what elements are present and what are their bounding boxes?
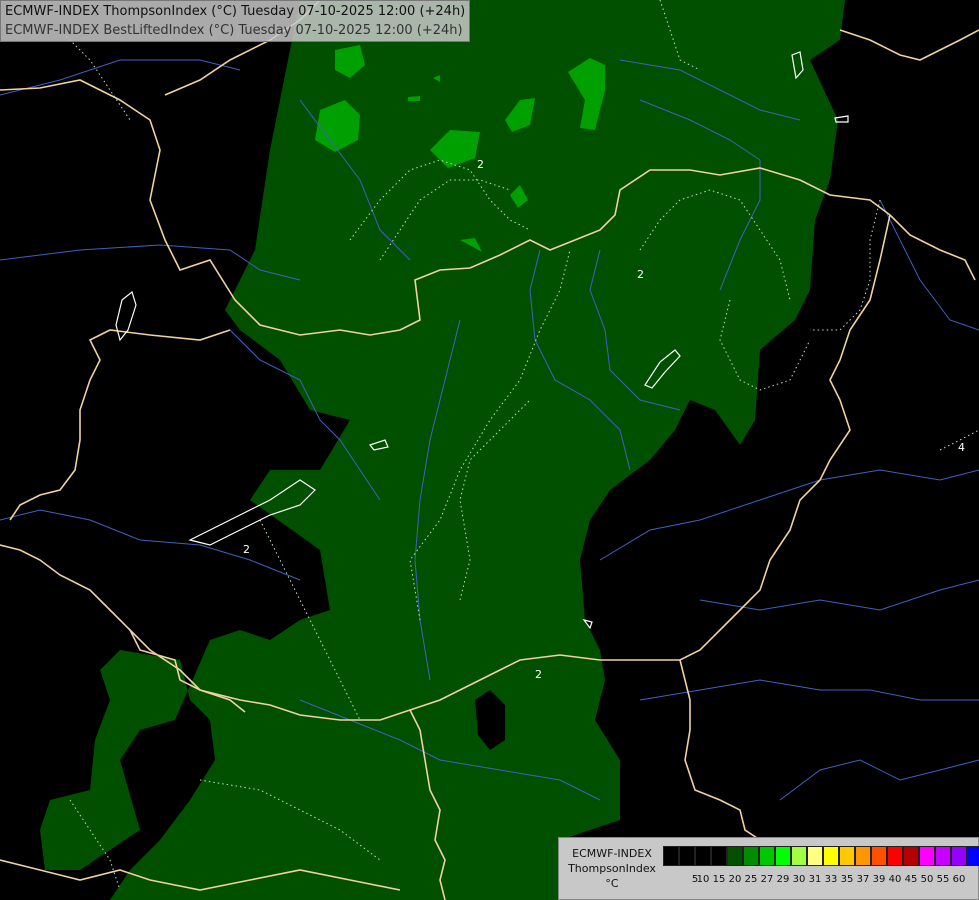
legend-tick-label: 10 — [696, 874, 710, 885]
legend-tick-label: 33 — [824, 874, 838, 885]
legend-tick-label: 30 — [792, 874, 806, 885]
title-thompson-index: ECMWF-INDEX ThompsonIndex (°C) Tuesday 0… — [5, 4, 466, 19]
legend-swatch — [695, 846, 711, 866]
legend-swatch — [839, 846, 855, 866]
weather-map — [0, 0, 979, 900]
legend-tick-label: 29 — [776, 874, 790, 885]
legend-swatch — [679, 846, 695, 866]
legend-swatch — [855, 846, 871, 866]
legend-tick-label: 55 — [936, 874, 950, 885]
legend-swatch — [967, 846, 979, 866]
legend-swatch — [903, 846, 919, 866]
legend-parameter: ThompsonIndex — [568, 862, 656, 875]
legend-tick-label: 45 — [904, 874, 918, 885]
legend-tick-label: 15 — [712, 874, 726, 885]
color-legend: ECMWF-INDEX ThompsonIndex °C 5 10 15 20 25 27… — [558, 837, 979, 900]
legend-tick-label: 39 — [872, 874, 886, 885]
legend-swatch — [951, 846, 967, 866]
map-title-box: ECMWF-INDEX ThompsonIndex (°C) Tuesday 0… — [0, 0, 471, 42]
legend-swatch — [871, 846, 887, 866]
legend-swatch — [919, 846, 935, 866]
legend-tick-label: 25 — [744, 874, 758, 885]
contour-label: 2 — [535, 668, 542, 681]
legend-tick-label: 50 — [920, 874, 934, 885]
legend-swatch — [759, 846, 775, 866]
legend-tick-label: 31 — [808, 874, 822, 885]
legend-swatch — [791, 846, 807, 866]
legend-tick-label: 20 — [728, 874, 742, 885]
legend-swatch — [807, 846, 823, 866]
legend-swatch — [775, 846, 791, 866]
legend-swatches — [663, 846, 979, 866]
contour-label: 2 — [477, 158, 484, 171]
legend-unit: °C — [605, 877, 619, 890]
legend-tick-label: 40 — [888, 874, 902, 885]
legend-swatch — [887, 846, 903, 866]
contour-label: 2 — [243, 543, 250, 556]
legend-swatch — [935, 846, 951, 866]
legend-swatch — [711, 846, 727, 866]
legend-tick-label: 37 — [856, 874, 870, 885]
legend-swatch — [823, 846, 839, 866]
legend-tick-label: 60 — [952, 874, 966, 885]
legend-title: ECMWF-INDEX ThompsonIndex °C — [563, 846, 661, 891]
title-best-lifted-index: ECMWF-INDEX BestLiftedIndex (°C) Tuesday… — [5, 23, 463, 38]
legend-tick-label: 35 — [840, 874, 854, 885]
legend-swatch — [663, 846, 679, 866]
legend-model: ECMWF-INDEX — [572, 847, 652, 860]
legend-tick-label: 27 — [760, 874, 774, 885]
legend-swatch — [743, 846, 759, 866]
contour-label: 4 — [958, 441, 965, 454]
legend-swatch — [727, 846, 743, 866]
contour-label: 2 — [637, 268, 644, 281]
